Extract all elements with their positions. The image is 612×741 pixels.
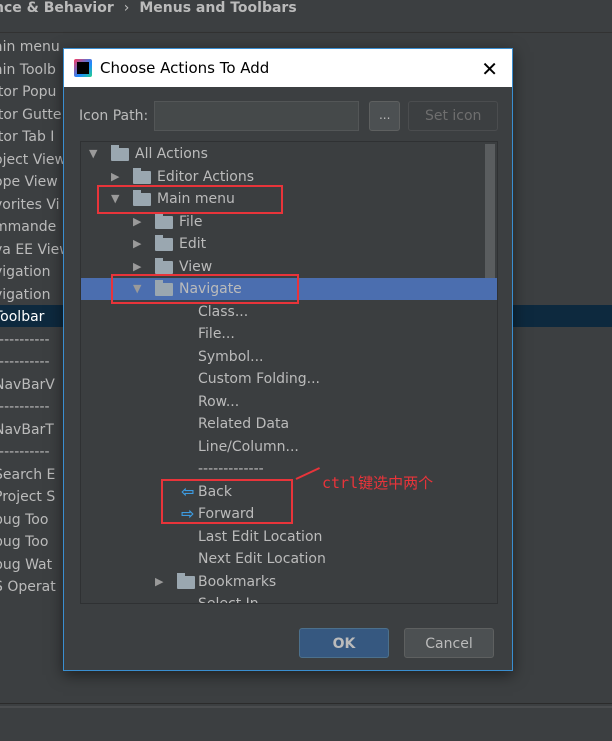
background-list-item[interactable]: ----------- [0, 329, 50, 351]
intellij-logo-icon [74, 59, 92, 77]
tree-node[interactable]: Row... [81, 391, 485, 413]
tree-node[interactable]: ▶ Edit [81, 233, 485, 255]
breadcrumb-parent[interactable]: nce & Behavior [0, 0, 114, 16]
background-list-item[interactable]: Search E [0, 464, 55, 486]
choose-actions-dialog: Choose Actions To Add ✕ Icon Path: ... S… [63, 48, 513, 671]
tree-node[interactable]: Last Edit Location [81, 526, 485, 548]
tree-node[interactable]: File... [81, 323, 485, 345]
folder-icon [111, 145, 129, 161]
icon-path-row: Icon Path: ... Set icon [79, 101, 499, 131]
tree-node-label: Custom Folding... [198, 371, 320, 387]
background-list-item[interactable]: bug Too [0, 509, 48, 531]
tree-node[interactable]: Custom Folding... [81, 368, 485, 390]
background-list-item[interactable]: S Operat [0, 576, 56, 598]
tree-node-label: Row... [198, 393, 240, 410]
dialog-titlebar: Choose Actions To Add ✕ [64, 49, 512, 87]
breadcrumb-current: Menus and Toolbars [139, 0, 297, 16]
highlight-navigate [111, 274, 299, 304]
background-list-item[interactable]: bug Too [0, 531, 48, 553]
browse-button[interactable]: ... [369, 101, 401, 131]
background-list-item[interactable]: vorites Vi [0, 194, 60, 216]
ok-button[interactable]: OK [299, 628, 389, 658]
tree-node[interactable]: Symbol... [81, 346, 485, 368]
folder-icon [155, 257, 173, 274]
background-list-item[interactable]: itor Gutte [0, 104, 61, 126]
highlight-back-forward [161, 479, 293, 524]
background-list-item[interactable]: mmande [0, 216, 56, 238]
tree-node-label: Bookmarks [198, 573, 277, 590]
background-list-item[interactable]: NavBarV [0, 374, 55, 396]
tree-node-label: Next Edit Location [198, 551, 326, 567]
tree-node-label: Select In... [198, 596, 272, 604]
tree-node-label: All Actions [135, 146, 208, 162]
tree-node-label: Edit [179, 236, 207, 252]
background-list-item[interactable]: itor Popu [0, 81, 56, 103]
background-list-item[interactable]: ----------- [0, 351, 50, 373]
background-list-item[interactable]: bug Wat [0, 554, 52, 576]
background-list-item[interactable]: vigation [0, 284, 50, 306]
collapsed-arrow-icon[interactable]: ▶ [133, 233, 145, 255]
folder-icon [155, 235, 173, 251]
folder-icon [133, 167, 151, 184]
tree-node[interactable]: Next Edit Location [81, 548, 485, 570]
background-list-item[interactable]: NavBarT [0, 419, 54, 441]
background-list-item[interactable]: ----------- [0, 441, 50, 463]
divider [0, 32, 612, 33]
background-list-item[interactable]: Toolbar [0, 306, 44, 328]
collapsed-arrow-icon[interactable]: ▶ [155, 571, 167, 593]
tree-node-label: Symbol... [198, 348, 264, 365]
tree-node[interactable]: ▼ All Actions [81, 143, 485, 165]
set-icon-button[interactable]: Set icon [408, 101, 499, 131]
dialog-title: Choose Actions To Add [100, 59, 270, 77]
bottom-bar [0, 703, 612, 741]
highlight-main-menu [97, 185, 283, 214]
annotation-text: ctrl键选中两个 [322, 474, 434, 492]
tree-node-label: Last Edit Location [198, 528, 323, 545]
tree-node[interactable]: Select In... [81, 593, 485, 604]
background-list-item[interactable]: vigation [0, 261, 50, 283]
tree-node-label: File... [198, 326, 235, 342]
close-icon[interactable]: ✕ [481, 57, 498, 81]
divider [0, 706, 612, 708]
tree-node[interactable]: ▶ Bookmarks [81, 571, 485, 593]
expanded-arrow-icon[interactable]: ▼ [89, 143, 101, 165]
background-list-item[interactable]: oject View [0, 149, 66, 171]
folder-icon [177, 572, 195, 589]
cancel-button[interactable]: Cancel [404, 628, 494, 658]
tree-node[interactable]: Line/Column... [81, 436, 485, 458]
icon-path-input[interactable] [154, 101, 360, 131]
background-list-item[interactable]: ain Toolb [0, 59, 56, 81]
background-list-item[interactable]: Project S [0, 486, 55, 508]
breadcrumb: nce & Behavior › Menus and Toolbars [0, 0, 297, 20]
background-list-item[interactable]: ope View [0, 171, 58, 193]
background-list-item[interactable]: itor Tab I [0, 126, 54, 148]
tree-node-label: ------------- [198, 461, 264, 477]
background-list-item[interactable]: ain menu [0, 36, 60, 58]
tree-node-label: Related Data [198, 416, 290, 432]
tree-node-label: Line/Column... [198, 438, 299, 455]
background-list-item[interactable]: ----------- [0, 396, 50, 418]
tree-node[interactable]: Related Data [81, 413, 485, 435]
breadcrumb-separator: › [123, 0, 130, 16]
background-list-item[interactable]: va EE View [0, 239, 71, 261]
icon-path-label: Icon Path: [79, 108, 149, 124]
folder-icon [155, 212, 173, 229]
scrollbar[interactable] [485, 144, 495, 284]
